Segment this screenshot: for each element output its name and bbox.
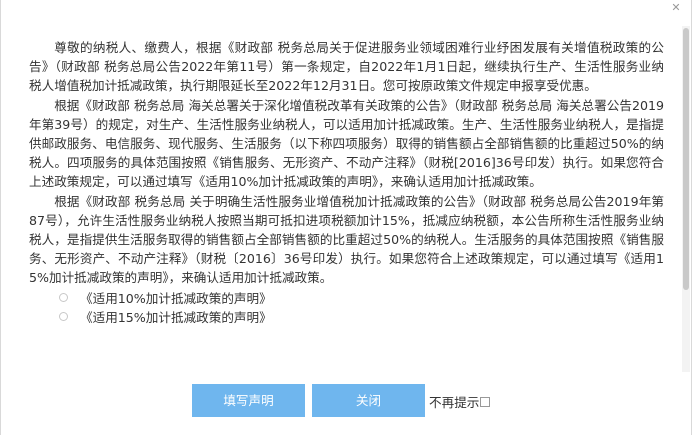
policy-paragraph-2: 根据《财政部 税务总局 海关总署关于深化增值税改革有关政策的公告》（财政部 税务… — [29, 97, 664, 190]
policy-dialog: ✕ 尊敬的纳税人、缴费人，根据《财政部 税务总局关于促进服务业领域困难行业纾困发… — [0, 0, 692, 435]
dialog-content: 尊敬的纳税人、缴费人，根据《财政部 税务总局关于促进服务业领域困难行业纾困发展有… — [29, 38, 664, 374]
radio-button[interactable] — [59, 311, 68, 321]
policy-paragraph-3: 根据《财政部 税务总局 关于明确生活性服务业增值税加计抵减政策的公告》（财政部 … — [29, 193, 664, 286]
option-15-percent[interactable]: 《适用15%加计抵减政策的声明》 — [59, 307, 664, 326]
close-icon[interactable]: ✕ — [669, 2, 683, 14]
policy-paragraph-1: 尊敬的纳税人、缴费人，根据《财政部 税务总局关于促进服务业领域困难行业纾困发展有… — [29, 40, 664, 94]
option-label: 《适用10%加计抵减政策的声明》 — [80, 290, 272, 306]
scrollbar-thumb[interactable] — [683, 28, 689, 290]
option-10-percent[interactable]: 《适用10%加计抵减政策的声明》 — [59, 288, 664, 307]
radio-button[interactable] — [59, 292, 68, 302]
dialog-footer: 填写声明 关闭 不再提示 — [1, 384, 692, 418]
option-label: 《适用15%加计抵减政策的声明》 — [80, 309, 272, 325]
no-remind-toggle[interactable]: 不再提示 — [429, 392, 491, 411]
no-remind-checkbox[interactable] — [480, 396, 491, 407]
fill-declaration-button[interactable]: 填写声明 — [192, 384, 305, 417]
no-remind-label: 不再提示 — [429, 395, 480, 410]
vertical-scrollbar[interactable] — [682, 26, 690, 372]
close-button[interactable]: 关闭 — [312, 384, 425, 417]
